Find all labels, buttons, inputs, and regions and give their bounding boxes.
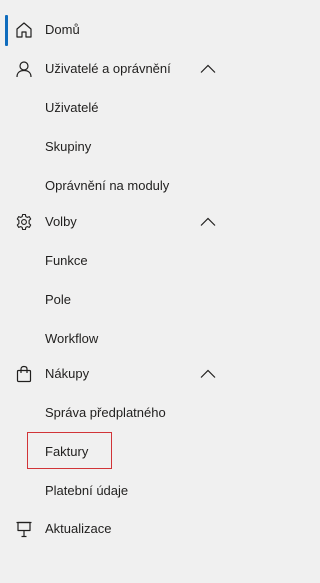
nav-item-payment-details[interactable]: Platební údaje [0, 476, 229, 506]
nav-item-workflow-label: Workflow [45, 331, 99, 346]
nav-item-users-label: Uživatelé [45, 100, 99, 115]
chevron-up-icon[interactable] [198, 212, 218, 232]
nav-item-fields-label: Pole [45, 292, 72, 307]
nav-item-users[interactable]: Uživatelé [0, 93, 229, 123]
nav-item-updates[interactable]: Aktualizace [0, 514, 229, 544]
nav-group-users-permissions[interactable]: Uživatelé a oprávnění [0, 54, 229, 84]
presentation-icon [14, 519, 34, 539]
nav-item-features[interactable]: Funkce [0, 246, 229, 276]
nav-group-purchases-label: Nákupy [45, 366, 90, 381]
chevron-up-icon[interactable] [198, 59, 218, 79]
nav-item-home[interactable]: Domů [0, 15, 229, 45]
nav-item-module-permissions[interactable]: Oprávnění na moduly [0, 171, 229, 201]
nav-item-features-label: Funkce [45, 253, 88, 268]
nav-group-options-label: Volby [45, 214, 77, 229]
nav-item-workflow[interactable]: Workflow [0, 324, 229, 354]
chevron-up-icon[interactable] [198, 364, 218, 384]
nav-item-module-permissions-label: Oprávnění na moduly [45, 178, 170, 193]
nav-item-fields[interactable]: Pole [0, 285, 229, 315]
nav-item-payment-details-label: Platební údaje [45, 483, 129, 498]
nav-item-subscription-management-label: Správa předplatného [45, 405, 166, 420]
nav-item-groups-label: Skupiny [45, 139, 92, 154]
person-icon [14, 59, 34, 79]
highlight-box [27, 432, 112, 469]
gear-icon [14, 212, 34, 232]
nav-group-purchases[interactable]: Nákupy [0, 359, 229, 389]
nav-item-subscription-management[interactable]: Správa předplatného [0, 398, 229, 428]
nav-group-options[interactable]: Volby [0, 207, 229, 237]
nav-item-updates-label: Aktualizace [45, 521, 112, 536]
nav-group-users-permissions-label: Uživatelé a oprávnění [45, 61, 171, 76]
home-icon [14, 20, 34, 40]
nav-item-home-label: Domů [45, 22, 80, 37]
shopping-bag-icon [14, 364, 34, 384]
nav-item-groups[interactable]: Skupiny [0, 132, 229, 162]
side-navigation: Domů Uživatelé a oprávnění Uživatelé Sku… [0, 0, 229, 583]
